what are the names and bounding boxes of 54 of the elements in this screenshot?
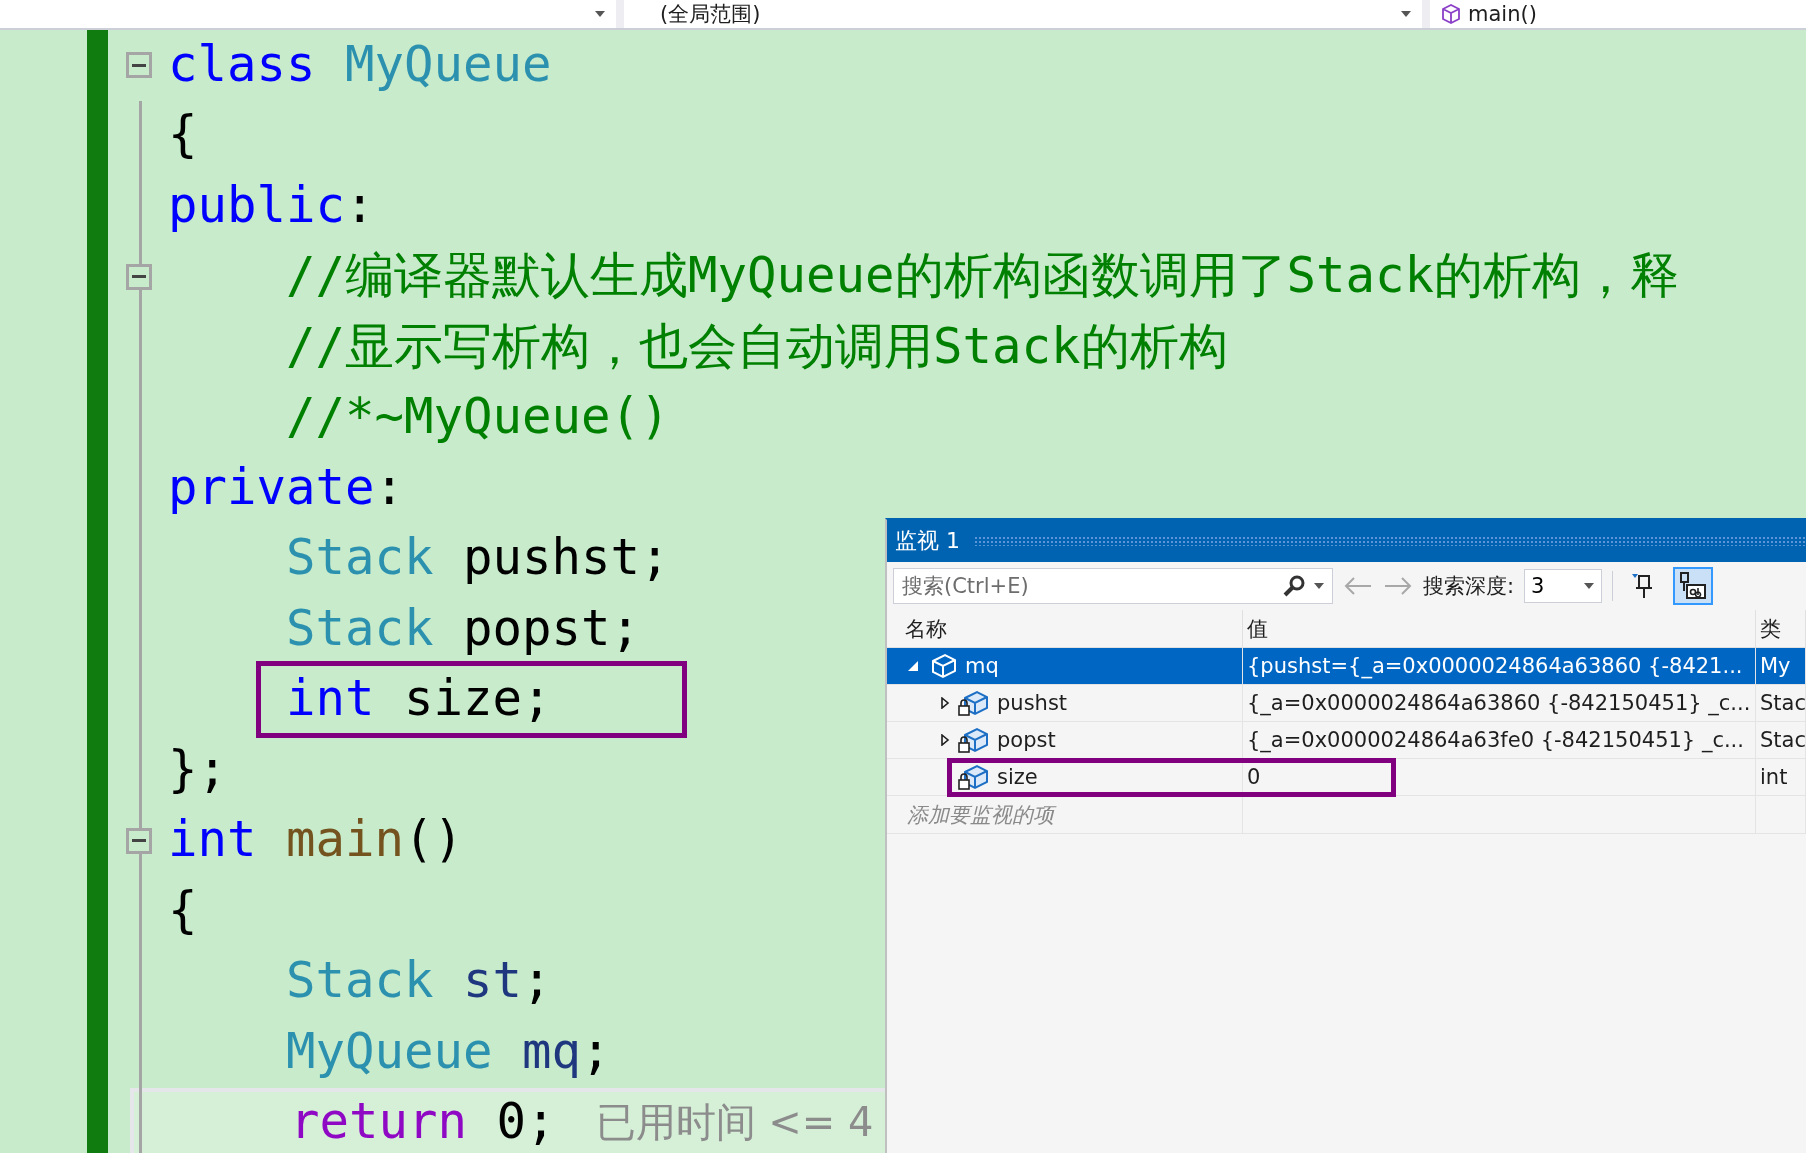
code-line: { — [168, 881, 198, 941]
code-line: //显示写析构，也会自动调用Stack的析构 — [286, 317, 1228, 377]
search-depth-label: 搜索深度: — [1423, 573, 1515, 600]
watch-value-cell: {pushst={_a=0x0000024864a63860 {-8421... — [1243, 648, 1756, 685]
expand-triangle-icon[interactable] — [939, 734, 951, 746]
dropdown-arrow-icon[interactable] — [1313, 582, 1325, 590]
code-line: { — [168, 106, 198, 166]
collapse-icon[interactable] — [126, 52, 152, 79]
collapse-icon[interactable] — [126, 263, 152, 290]
code-line: //*~MyQueue() — [286, 388, 670, 448]
code-line: int size; — [286, 670, 552, 730]
code-line: Stack popst; — [286, 599, 641, 659]
code-line: public: — [168, 176, 375, 236]
code-line: int main() — [168, 811, 464, 871]
dropdown-arrow-icon[interactable] — [594, 10, 606, 18]
dropdown-arrow-icon[interactable] — [1583, 582, 1596, 590]
watch-name-cell[interactable]: mq — [887, 648, 1243, 685]
expand-triangle-icon[interactable] — [939, 697, 951, 709]
code-line: //编译器默认生成MyQueue的析构函数调用了Stack的析构，释 — [286, 247, 1679, 307]
code-line: class MyQueue — [168, 35, 552, 95]
watch-name-cell[interactable]: popst — [887, 722, 1243, 759]
dropdown-arrow-icon[interactable] — [1400, 10, 1412, 18]
window-title: 监视 1 — [895, 527, 960, 555]
code-line: MyQueue mq; — [286, 1022, 611, 1082]
watch-type-cell: Stac — [1756, 722, 1806, 759]
code-line: Stack pushst; — [286, 529, 670, 589]
watch-name-cell[interactable]: size — [887, 759, 1243, 796]
change-bar — [87, 30, 108, 101]
locked-object-icon — [957, 726, 991, 754]
locked-object-icon — [957, 763, 991, 791]
scope-dropdown[interactable]: (全局范围) — [624, 0, 1422, 28]
watch-name-cell[interactable]: pushst — [887, 685, 1243, 722]
code-line: }; — [168, 740, 227, 800]
pin-text-icon — [1678, 571, 1709, 601]
locked-object-icon — [957, 689, 991, 717]
watch-value-cell: {_a=0x0000024864a63860 {-842150451} _c... — [1243, 685, 1756, 722]
watch-value-cell: {_a=0x0000024864a63fe0 {-842150451} _c... — [1243, 722, 1756, 759]
code-line: private: — [168, 458, 405, 518]
elapsed-time-hint: 已用时间 <= 4 — [595, 1098, 874, 1148]
search-depth-dropdown[interactable]: 3 — [1524, 569, 1603, 603]
watch-value-cell: 0 — [1243, 759, 1756, 796]
watch-type-cell: int — [1756, 759, 1806, 796]
watch-type-cell: My — [1756, 648, 1806, 685]
change-bar — [87, 1087, 108, 1153]
code-line: Stack st; — [286, 952, 552, 1012]
collapse-icon[interactable] — [126, 827, 152, 854]
search-field[interactable]: 搜索(Ctrl+E) — [893, 568, 1333, 604]
scope-dropdown[interactable]: main() — [1430, 0, 1806, 28]
format-button[interactable] — [1673, 567, 1714, 605]
search-icon[interactable] — [1281, 573, 1307, 599]
cube-icon — [1440, 3, 1462, 25]
code-line: return 0; — [290, 1093, 556, 1153]
collapse-triangle-icon[interactable] — [907, 660, 919, 672]
watch-type-cell: Stac — [1756, 685, 1806, 722]
